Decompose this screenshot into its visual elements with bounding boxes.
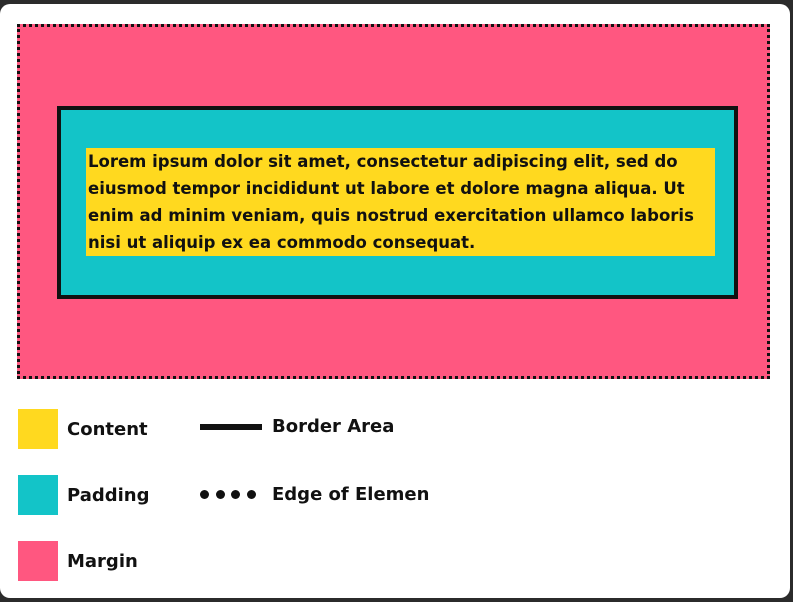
padding-area: Lorem ipsum dolor sit amet, consectetur … — [57, 106, 738, 299]
margin-swatch — [18, 541, 58, 581]
content-area: Lorem ipsum dolor sit amet, consectetur … — [86, 148, 715, 256]
dotted-line-icon — [200, 490, 256, 500]
diagram-card: Lorem ipsum dolor sit amet, consectetur … — [0, 4, 790, 598]
legend-padding-label: Padding — [67, 484, 150, 506]
solid-line-icon — [200, 423, 262, 430]
legend-content: Content — [18, 409, 148, 449]
legend-margin-label: Margin — [67, 550, 138, 572]
dot — [231, 490, 241, 499]
legend-border-area: Border Area — [200, 416, 394, 437]
dot — [246, 490, 256, 499]
dot — [200, 490, 209, 499]
content-swatch — [18, 409, 58, 449]
margin-area: Lorem ipsum dolor sit amet, consectetur … — [17, 24, 770, 379]
legend-padding: Padding — [18, 475, 150, 515]
dot — [215, 490, 225, 499]
legend-border-label: Border Area — [272, 416, 395, 437]
legend-edge-label: Edge of Elemen — [272, 484, 430, 505]
legend-content-label: Content — [67, 418, 148, 440]
legend-margin: Margin — [18, 541, 138, 581]
padding-swatch — [18, 475, 58, 515]
legend-edge: Edge of Elemen — [200, 484, 429, 505]
